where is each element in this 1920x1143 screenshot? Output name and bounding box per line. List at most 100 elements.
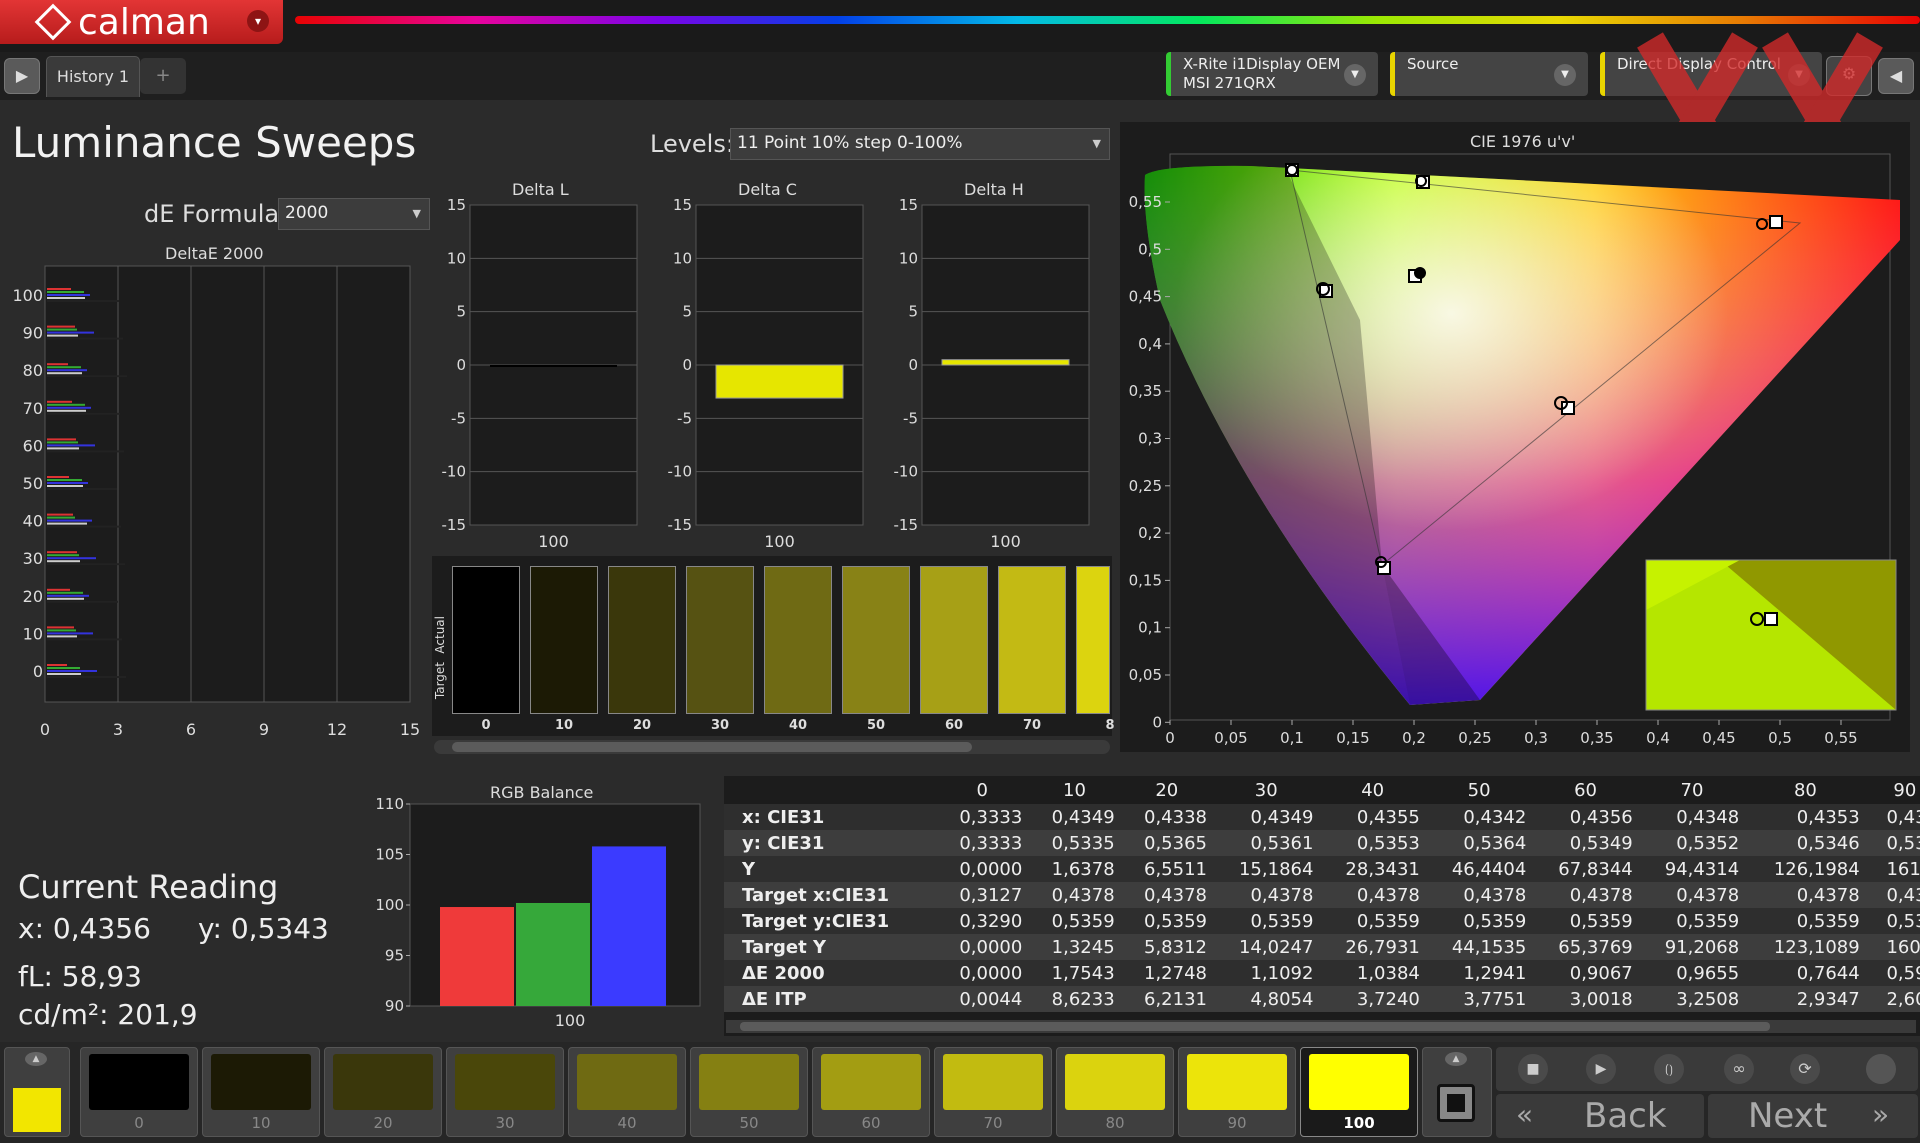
delta-value-bar (715, 364, 844, 399)
deltae-bar (47, 366, 81, 369)
delta-y-tick: -5 (903, 409, 918, 427)
chevron-up-icon[interactable]: ▲ (1445, 1052, 1467, 1066)
table-cell: 0,5349 (1569, 832, 1633, 854)
deltae-bar (47, 297, 85, 299)
swatch-button-30[interactable]: 30 (446, 1047, 564, 1137)
source-selector[interactable]: Source ▼ (1390, 52, 1588, 96)
table-cell: 0,5359 (1796, 910, 1860, 932)
tab-left-arrow-icon[interactable]: ▶ (4, 58, 40, 94)
read-once-icon[interactable]: ⟮⟯ (1654, 1054, 1684, 1084)
refresh-icon[interactable]: ⟳ (1790, 1054, 1820, 1084)
table-scroll-thumb[interactable] (740, 1022, 1770, 1031)
swatch-color (211, 1054, 311, 1110)
options-icon[interactable] (1866, 1054, 1896, 1084)
deltae-bar (47, 482, 88, 484)
table-cell: 0,0000 (959, 858, 1023, 880)
deltae-bar (47, 629, 76, 632)
swatch-button-100[interactable]: 100 (1300, 1047, 1418, 1137)
table-cell: 3,2508 (1676, 988, 1740, 1010)
tab-history-1[interactable]: History 1 (46, 56, 140, 97)
swatch-button-50[interactable]: 50 (690, 1047, 808, 1137)
cie-y-tick: 0,15 (1129, 571, 1162, 589)
cie-y-tick: 0 (1152, 713, 1162, 731)
ramp-scroll-thumb[interactable] (452, 742, 972, 752)
table-scrollbar[interactable] (726, 1020, 1916, 1033)
app-logo-menu[interactable]: calman ▾ (0, 0, 283, 44)
data-table: 0 10 20 30 40 50 60 70 80 90 x: CIE31 0,3333 0,4349 0… (724, 776, 1920, 1012)
ramp-scrollbar[interactable] (434, 740, 1110, 754)
data-table-panel: 0 10 20 30 40 50 60 70 80 90 x: CIE31 0,3333 0,4349 0… (724, 776, 1920, 1036)
table-cell: 0,4355 (1356, 806, 1420, 828)
table-cell: 0,0000 (959, 962, 1023, 984)
delta-y-tick: 10 (673, 249, 692, 267)
levels-select[interactable]: 11 Point 10% step 0-100% ▼ (730, 128, 1110, 160)
table-cell: 3,7240 (1356, 988, 1420, 1010)
ramp-label: 50 (866, 718, 886, 733)
table-cell: 0,4378 (1144, 884, 1207, 906)
swatch-button-70[interactable]: 70 (934, 1047, 1052, 1137)
next-button[interactable]: Next » (1708, 1094, 1918, 1138)
deltae-x-tick: 12 (327, 720, 347, 739)
add-tab-icon[interactable]: + (140, 58, 186, 94)
swatch-color (699, 1054, 799, 1110)
delta-y-tick: 10 (899, 249, 918, 267)
cie-x-tick: 0 (1165, 729, 1175, 747)
table-cell: 46,4404 (1451, 858, 1527, 880)
deltae-bar (47, 403, 85, 406)
levels-value: 11 Point 10% step 0-100% (737, 133, 963, 153)
table-cell: 44,1535 (1451, 936, 1527, 958)
swatch-button-90[interactable]: 90 (1178, 1047, 1296, 1137)
cie-x-tick: 0,3 (1524, 729, 1548, 747)
calman-logo-icon (34, 3, 72, 41)
table-cell: 1,6378 (1051, 858, 1115, 880)
chevron-down-icon[interactable]: ▾ (247, 10, 269, 32)
deltae-bar (47, 594, 89, 597)
swatch-button-60[interactable]: 60 (812, 1047, 930, 1137)
deltae-bar (47, 591, 83, 594)
deltae-x-tick: 15 (400, 720, 420, 739)
deltae-bar (47, 337, 123, 340)
swatch-color (821, 1054, 921, 1110)
chevron-down-icon: ▼ (1344, 64, 1366, 86)
ramp-swatch (1076, 566, 1110, 714)
chevron-up-icon[interactable]: ▲ (25, 1052, 47, 1066)
de-formula-label: dE Formula: (144, 200, 288, 228)
swatch-button-40[interactable]: 40 (568, 1047, 686, 1137)
table-cell: 0,9655 (1676, 962, 1740, 984)
swatch-button-10[interactable]: 10 (202, 1047, 320, 1137)
cie-x-tick: 0,45 (1702, 729, 1735, 747)
swatch-button-80[interactable]: 80 (1056, 1047, 1174, 1137)
table-cell: 1,1092 (1250, 962, 1314, 984)
delta-y-tick: 5 (456, 303, 466, 321)
table-cell: 14,0247 (1238, 936, 1314, 958)
table-cell: 0,0044 (959, 988, 1023, 1010)
back-button[interactable]: « Back (1496, 1094, 1704, 1138)
deltae-y-tick: 100 (12, 286, 43, 305)
table-cell: 94,4314 (1664, 858, 1740, 880)
table-column-header: 40 (1361, 779, 1385, 801)
delta-y-tick: -15 (894, 516, 919, 534)
rgb-y-tick: 110 (375, 795, 404, 813)
table-cell: 161,6 (1886, 858, 1920, 880)
delta-chart: 15 10 5 0 -5 -10 -15 100 (668, 196, 864, 551)
swatch-button-0[interactable]: 0 (80, 1047, 198, 1137)
table-cell: 1,7543 (1051, 962, 1115, 984)
deltae-bar (47, 409, 86, 412)
table-cell: 65,3769 (1558, 936, 1633, 958)
stop-square-icon[interactable] (1437, 1084, 1475, 1122)
table-cell: 0,5365 (1144, 832, 1207, 854)
meter-selector[interactable]: X-Rite i1Display OEM MSI 271QRX ▼ (1166, 52, 1378, 96)
swatch-color (1065, 1054, 1165, 1110)
swatch-button-20[interactable]: 20 (324, 1047, 442, 1137)
stop-icon[interactable]: ■ (1518, 1054, 1548, 1084)
table-cell: 123,1089 (1773, 936, 1860, 958)
table-cell: 67,8344 (1558, 858, 1633, 880)
reading-y: y: 0,5343 (198, 912, 329, 945)
play-icon[interactable]: ▶ (1586, 1054, 1616, 1084)
table-cell: 1,0384 (1356, 962, 1420, 984)
ramp-label: 0 (481, 718, 491, 733)
table-cell: 1,2941 (1463, 962, 1527, 984)
continuous-read-icon[interactable]: ∞ (1724, 1054, 1754, 1084)
de-formula-select[interactable]: 2000 ▼ (278, 198, 430, 230)
table-cell: 0,5335 (1051, 832, 1115, 854)
